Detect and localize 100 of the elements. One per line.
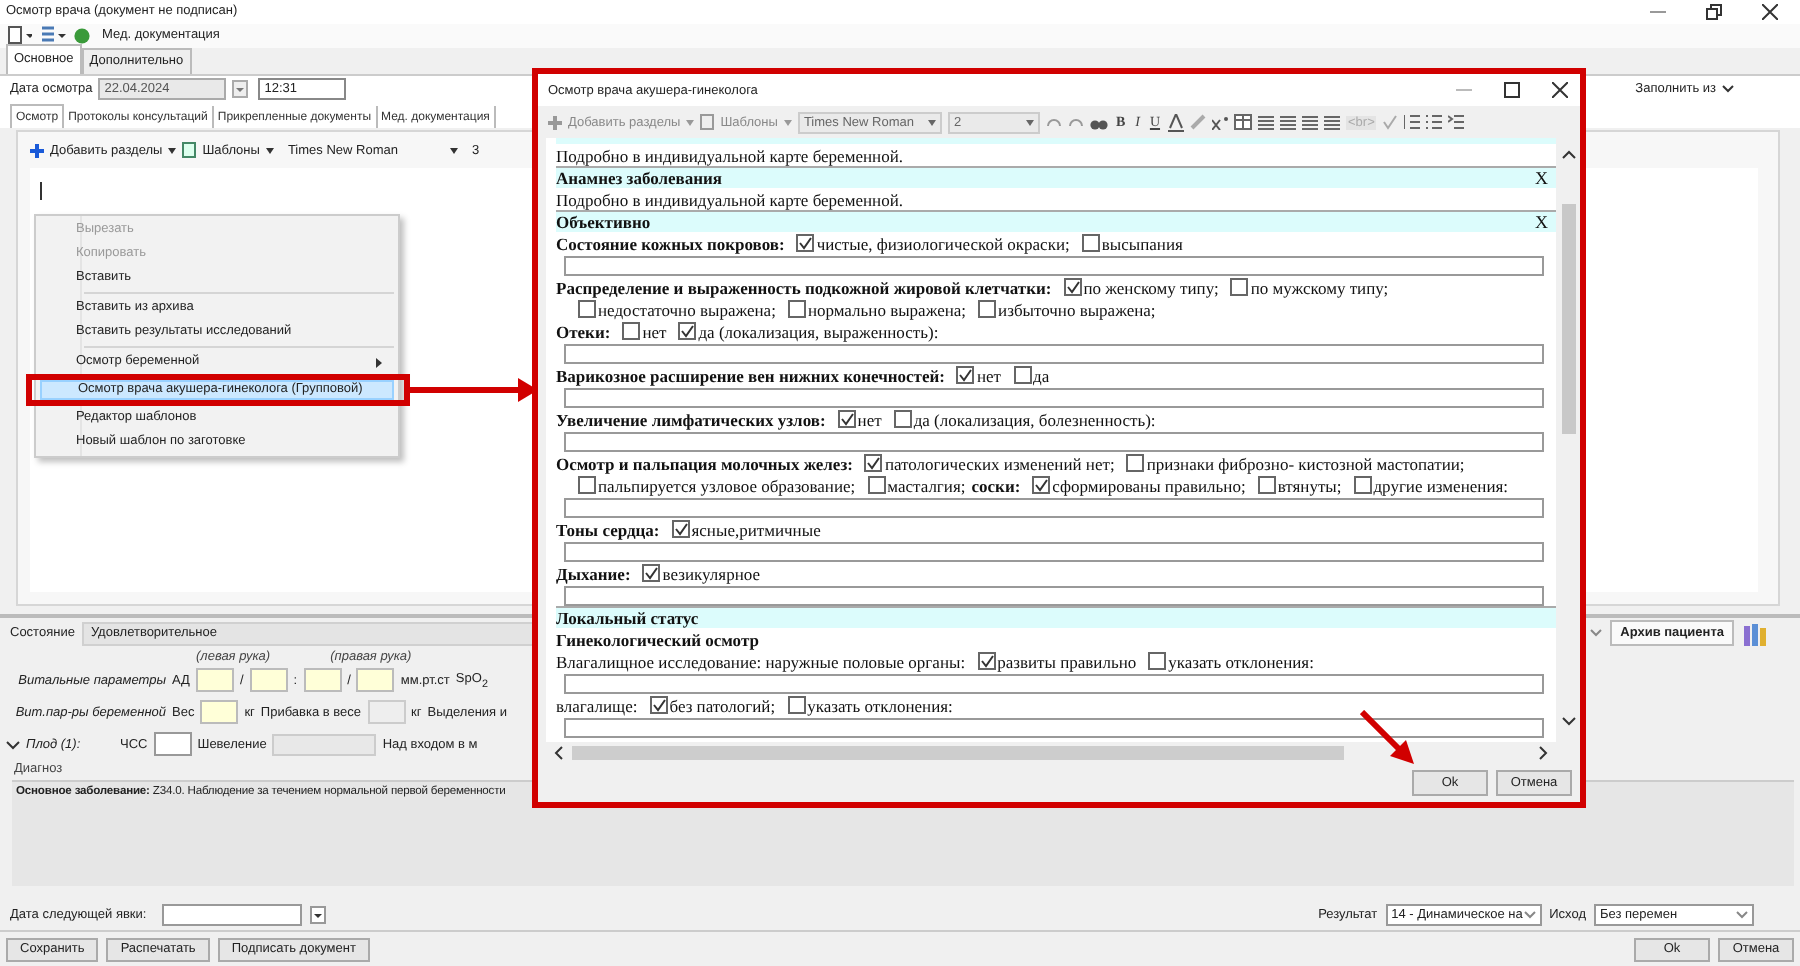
option-label: другие изменения: [1373, 475, 1509, 495]
text-field[interactable] [564, 717, 1544, 737]
grid-icon[interactable] [40, 26, 66, 45]
align-icon[interactable] [1302, 115, 1319, 129]
input-field[interactable] [153, 732, 192, 757]
checkbox[interactable] [1032, 476, 1051, 494]
align-icon[interactable] [1258, 115, 1275, 129]
checkbox[interactable] [678, 322, 697, 340]
globe-icon[interactable] [74, 27, 90, 44]
caret-icon[interactable] [449, 147, 458, 154]
close-icon[interactable] [1552, 82, 1568, 98]
checkbox[interactable] [796, 234, 815, 252]
chevron-down-icon[interactable] [1722, 84, 1734, 95]
question-label: Увеличение лимфатических узлов: [556, 409, 826, 429]
text-color-icon[interactable] [1168, 113, 1185, 131]
text-field[interactable] [564, 343, 1544, 363]
paragraph: Подробно в индивидуальной карте беременной. [556, 145, 903, 165]
checkbox[interactable] [578, 476, 596, 494]
plus-icon[interactable] [30, 143, 44, 158]
caret-icon[interactable] [265, 147, 274, 154]
input-field[interactable] [367, 700, 406, 725]
section-title: Анамнез заболевания [556, 168, 723, 188]
option-label: недостаточно выражена; [598, 299, 776, 319]
checkbox[interactable] [1013, 366, 1032, 384]
question-label: Распределение и выраженность подкожной жировой клетчатки: [556, 277, 1052, 297]
question-label: Гинекологический осмотр [556, 629, 759, 649]
table-icon[interactable] [1234, 114, 1253, 130]
checkbox[interactable] [578, 300, 596, 318]
checkbox[interactable] [1257, 476, 1276, 494]
checkbox[interactable] [1230, 278, 1249, 296]
checkbox[interactable] [1148, 652, 1167, 670]
close-icon[interactable] [1762, 3, 1778, 20]
checkbox[interactable] [1081, 234, 1100, 252]
checkbox[interactable] [837, 410, 856, 428]
date-field[interactable] [162, 903, 303, 926]
option-label: указать отклонения: [1168, 651, 1314, 671]
text-field[interactable] [564, 541, 1544, 561]
spellcheck-icon[interactable] [1382, 114, 1399, 130]
input-field[interactable] [303, 668, 342, 693]
restore-icon[interactable] [1706, 3, 1722, 20]
text-field[interactable] [564, 497, 1544, 517]
option-label: высыпания [1101, 233, 1183, 253]
text-cursor [40, 182, 42, 201]
input-field[interactable] [249, 668, 288, 693]
dropdown-field[interactable] [272, 733, 377, 756]
align-icon[interactable] [1324, 115, 1341, 129]
text-field[interactable] [564, 387, 1544, 407]
option-label: без патологий; [669, 695, 776, 715]
document-icon[interactable] [8, 26, 32, 45]
question-label: Состояние кожных покровов: [556, 233, 785, 253]
scrollbar-thumb[interactable] [1561, 204, 1575, 434]
scroll-left-icon[interactable] [554, 746, 564, 760]
option-label: пальпируется узловое образование; [598, 475, 856, 495]
checkbox[interactable] [978, 300, 997, 318]
scroll-up-icon[interactable] [1561, 150, 1575, 160]
paragraph: Подробно в индивидуальной карте беременной. [556, 189, 903, 209]
option-label: масталгия; [887, 475, 966, 495]
question-label: Влагалищное исследование: наружные половые органы: [556, 651, 966, 671]
text-field[interactable] [564, 673, 1544, 693]
bullet-list-icon[interactable] [1426, 114, 1443, 130]
input-field[interactable] [200, 700, 239, 725]
binoculars-icon[interactable] [1089, 115, 1108, 129]
remove-button[interactable]: X [1535, 212, 1548, 232]
checkbox[interactable] [893, 410, 912, 428]
align-icon[interactable] [1280, 115, 1297, 129]
text-field[interactable] [564, 585, 1544, 605]
numbered-list-icon[interactable] [1404, 114, 1421, 130]
option-label: по мужскому типу; [1250, 277, 1389, 297]
checkbox[interactable] [787, 300, 806, 318]
checkbox[interactable] [671, 520, 690, 538]
option-label: нет [857, 409, 882, 429]
input-field[interactable] [356, 668, 395, 693]
scrollbar-thumb[interactable] [572, 746, 1344, 760]
checkbox[interactable] [977, 652, 996, 670]
option-label: везикулярное [662, 563, 760, 583]
scroll-right-icon[interactable] [1538, 746, 1548, 760]
checkbox[interactable] [622, 322, 641, 340]
books-icon[interactable] [1742, 621, 1770, 646]
checkbox[interactable] [649, 696, 668, 714]
template-icon[interactable] [182, 142, 197, 159]
indent-icon[interactable] [1448, 114, 1465, 130]
checkbox[interactable] [1063, 278, 1082, 296]
checkbox[interactable] [864, 454, 883, 472]
text-field[interactable] [564, 255, 1544, 275]
question-label: Тоны сердца: [556, 519, 660, 539]
chevron-icon[interactable] [6, 737, 20, 752]
checkbox[interactable] [642, 564, 661, 582]
caret-icon[interactable] [168, 147, 177, 154]
checkbox[interactable] [1126, 454, 1145, 472]
dropdown-icon[interactable] [310, 905, 327, 924]
checkbox[interactable] [956, 366, 975, 384]
superscript-icon[interactable] [1212, 115, 1229, 129]
text-field[interactable] [564, 431, 1544, 451]
checkbox[interactable] [867, 476, 886, 494]
checkbox[interactable] [787, 696, 806, 714]
scroll-down-icon[interactable] [1561, 716, 1575, 726]
input-field[interactable] [195, 668, 234, 693]
remove-button[interactable]: X [1535, 168, 1548, 188]
maximize-icon[interactable] [1504, 82, 1520, 98]
checkbox[interactable] [1353, 476, 1372, 494]
